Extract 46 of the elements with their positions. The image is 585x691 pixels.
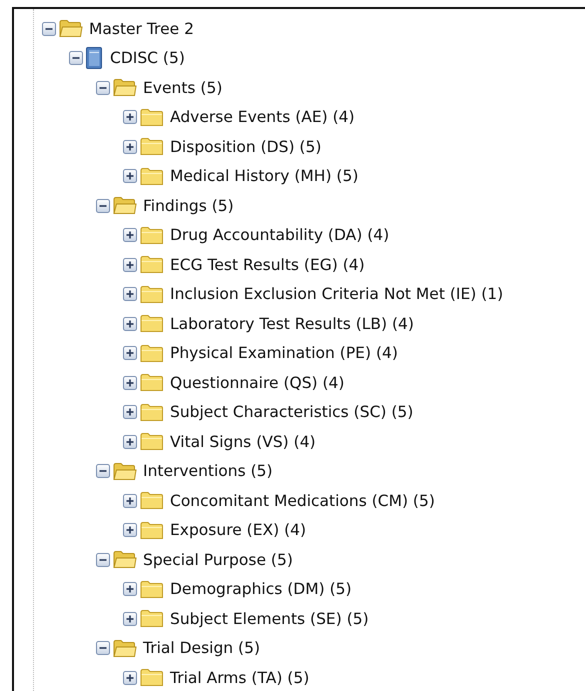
node-label[interactable]: Physical Examination (PE) (4) bbox=[170, 344, 398, 362]
expand-toggle[interactable] bbox=[123, 523, 137, 538]
node-label[interactable]: Demographics (DM) (5) bbox=[170, 580, 352, 598]
expand-toggle[interactable] bbox=[123, 169, 137, 184]
node-label[interactable]: Inclusion Exclusion Criteria Not Met (IE) (1) bbox=[170, 285, 504, 304]
node-label[interactable]: Concomitant Medications (CM) (5) bbox=[170, 492, 435, 510]
expand-toggle[interactable] bbox=[123, 434, 137, 449]
node-label[interactable]: Vital Signs (VS) (4) bbox=[170, 432, 316, 451]
expand-toggle[interactable] bbox=[123, 612, 137, 626]
collapse-toggle[interactable] bbox=[96, 464, 110, 478]
expand-toggle[interactable] bbox=[123, 316, 137, 331]
node-label[interactable]: Laboratory Test Results (LB) (4) bbox=[170, 314, 414, 333]
node-label[interactable]: Special Purpose (5) bbox=[143, 550, 293, 569]
expand-toggle[interactable] bbox=[123, 670, 137, 685]
node-label[interactable]: ECG Test Results (EG) (4) bbox=[170, 256, 365, 274]
node-label[interactable]: Disposition (DS) (5) bbox=[170, 138, 322, 156]
node-label[interactable]: Events (5) bbox=[143, 78, 222, 97]
expand-toggle[interactable] bbox=[123, 287, 137, 302]
node-label[interactable]: Exposure (EX) (4) bbox=[170, 521, 306, 540]
node-label[interactable]: Medical History (MH) (5) bbox=[170, 167, 358, 186]
collapse-toggle[interactable] bbox=[96, 80, 110, 95]
collapse-toggle[interactable] bbox=[42, 22, 56, 36]
node-label[interactable]: Drug Accountability (DA) (4) bbox=[170, 226, 390, 244]
expand-toggle[interactable] bbox=[123, 140, 137, 154]
node-label[interactable]: CDISC (5) bbox=[110, 49, 185, 68]
node-label[interactable]: Master Tree 2 bbox=[89, 20, 194, 38]
collapse-toggle[interactable] bbox=[69, 51, 83, 66]
expand-toggle[interactable] bbox=[123, 582, 137, 596]
expand-toggle[interactable] bbox=[123, 376, 137, 390]
node-label[interactable]: Adverse Events (AE) (4) bbox=[170, 108, 355, 126]
node-label[interactable]: Subject Elements (SE) (5) bbox=[170, 610, 369, 628]
expand-toggle[interactable] bbox=[123, 346, 137, 360]
collapse-toggle[interactable] bbox=[96, 198, 110, 213]
expand-toggle[interactable] bbox=[123, 494, 137, 508]
node-label[interactable]: Subject Characteristics (SC) (5) bbox=[170, 403, 414, 422]
node-label[interactable]: Trial Arms (TA) (5) bbox=[170, 668, 310, 687]
expand-toggle[interactable] bbox=[123, 405, 137, 420]
collapse-toggle[interactable] bbox=[96, 552, 110, 567]
collapse-toggle[interactable] bbox=[96, 641, 110, 656]
node-label[interactable]: Interventions (5) bbox=[143, 462, 273, 480]
expand-toggle[interactable] bbox=[123, 110, 137, 124]
node-label[interactable]: Trial Design (5) bbox=[143, 639, 260, 658]
node-label[interactable]: Findings (5) bbox=[143, 196, 234, 215]
expand-toggle[interactable] bbox=[123, 258, 137, 272]
expand-toggle[interactable] bbox=[123, 228, 137, 242]
node-label[interactable]: Questionnaire (QS) (4) bbox=[170, 374, 344, 392]
